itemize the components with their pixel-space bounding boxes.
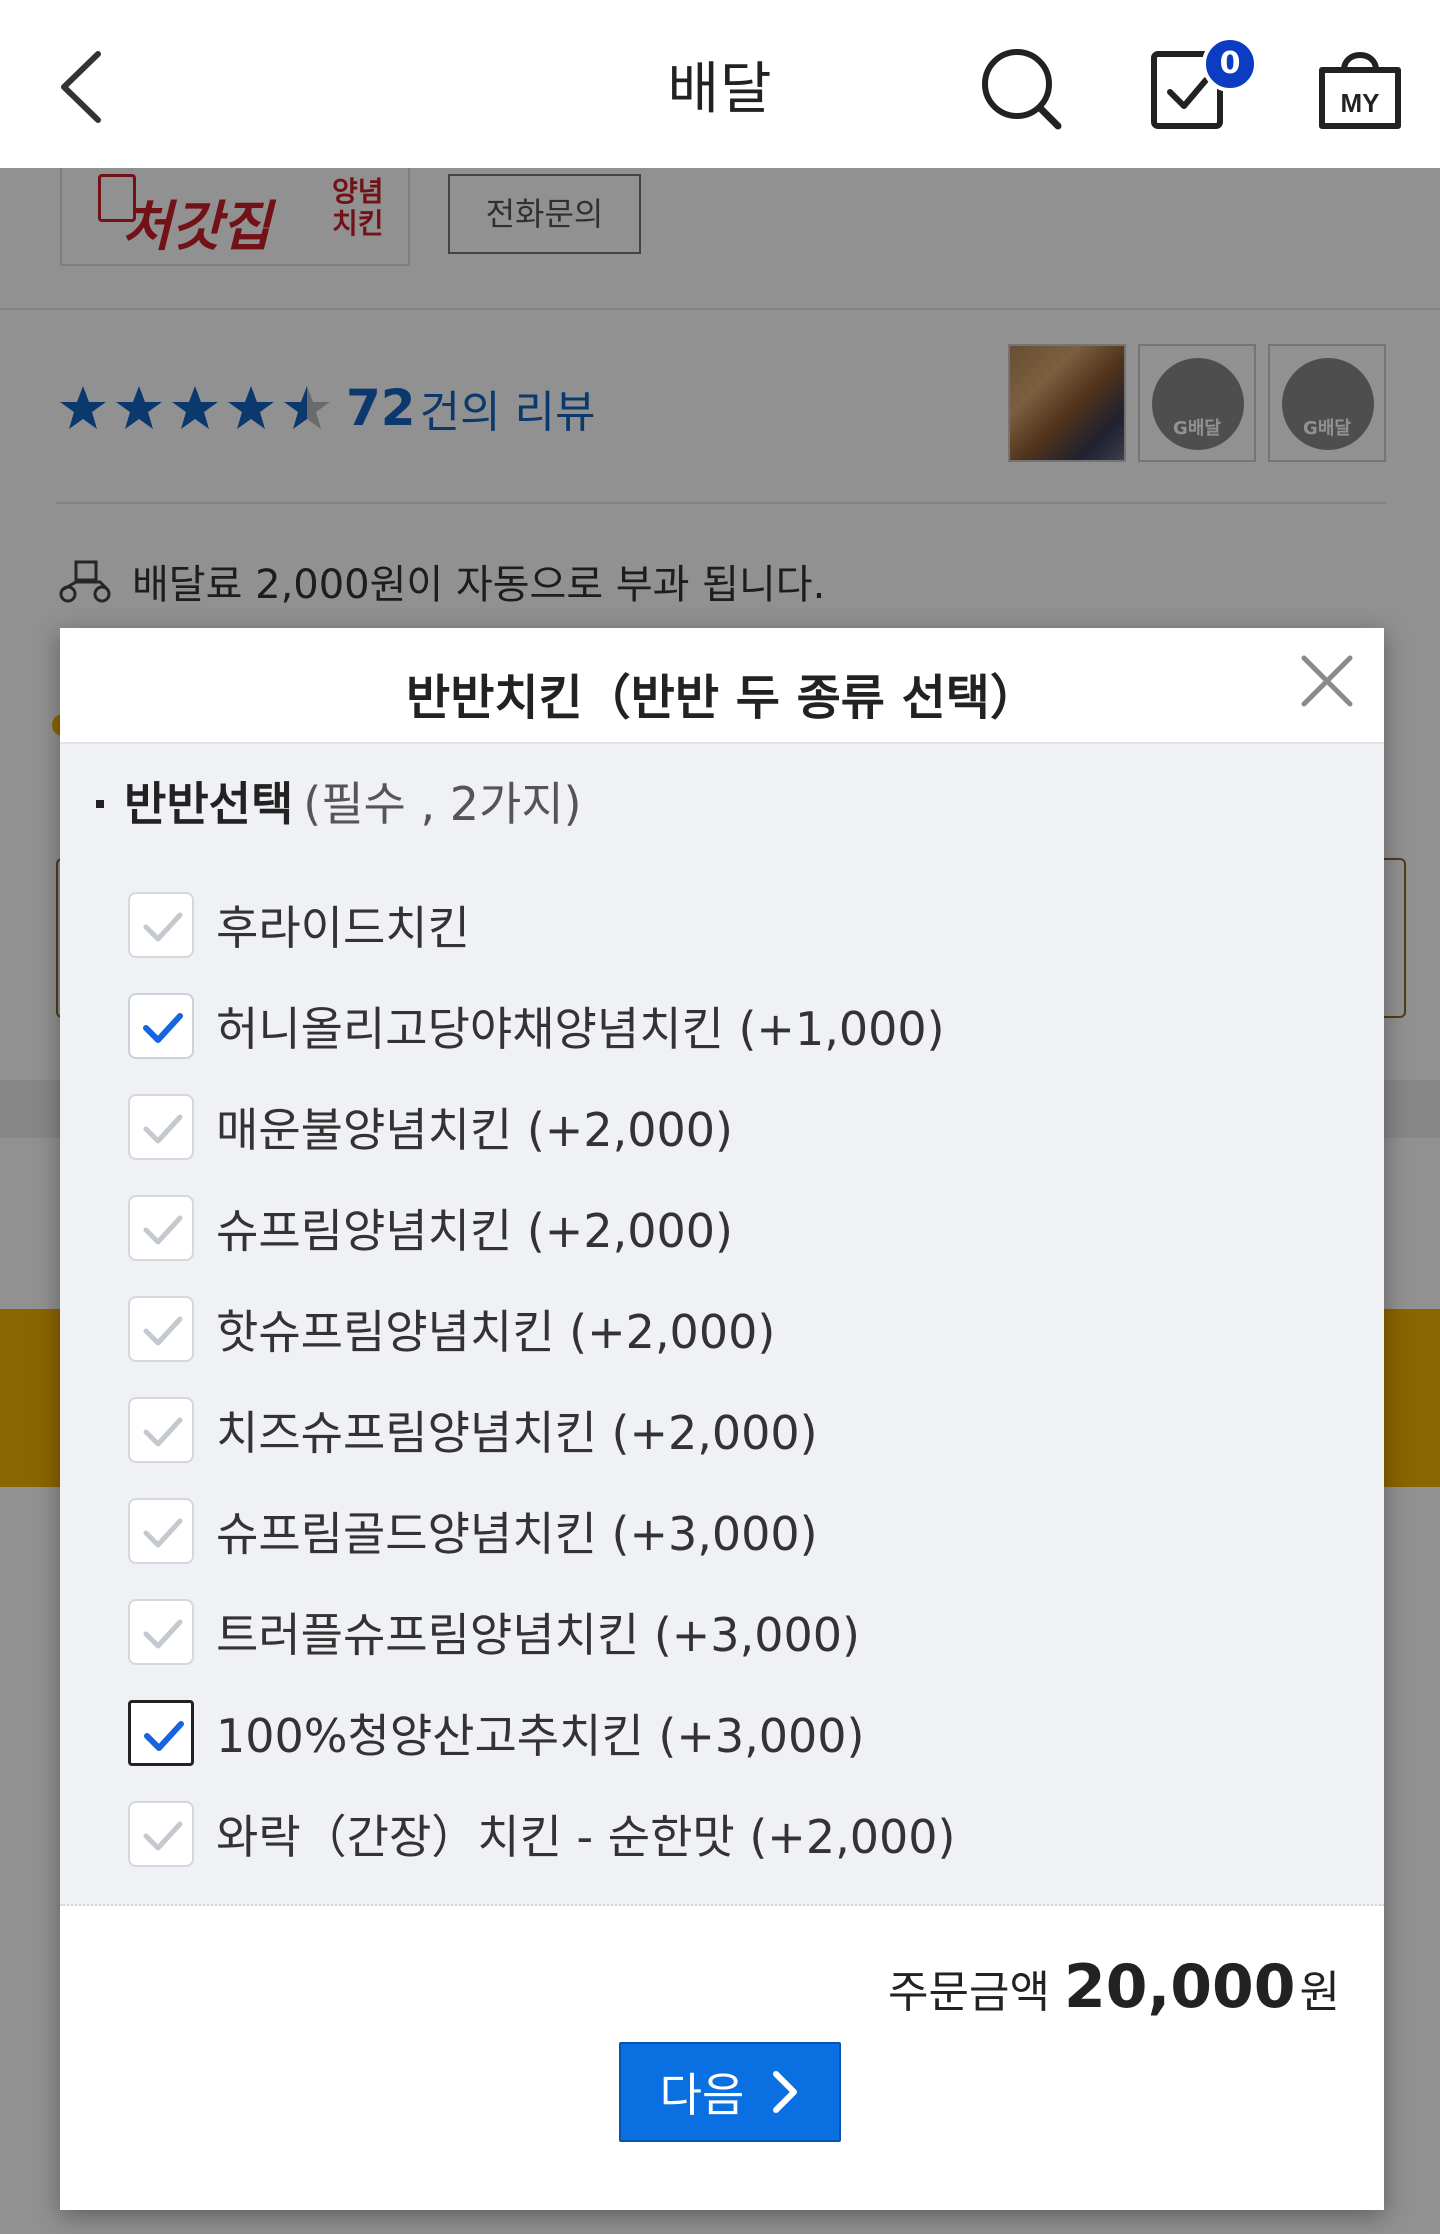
modal-body: 반반선택 (필수 , 2가지) 후라이드치킨허니올리고당야채양념치킨 (+1,00… — [60, 744, 1384, 1906]
checkmark-icon — [143, 1619, 183, 1649]
chevron-right-icon — [773, 2071, 798, 2113]
option-checkbox[interactable] — [128, 1094, 194, 1160]
checkmark-icon — [143, 1316, 183, 1346]
modal-footer: 주문금액 20,000 원 다음 — [60, 1908, 1384, 2210]
total-amount: 20,000 — [1063, 1952, 1296, 2022]
option-item[interactable]: 트러플슈프림양념치킨 (+3,000) — [128, 1599, 860, 1665]
option-label: 슈프림양념치킨 (+2,000) — [216, 1204, 733, 1258]
option-item[interactable]: 허니올리고당야채양념치킨 (+1,000) — [128, 993, 945, 1059]
bullet — [96, 799, 104, 808]
option-label: 치즈슈프림양념치킨 (+2,000) — [216, 1406, 818, 1460]
option-label: 핫슈프림양념치킨 (+2,000) — [216, 1305, 776, 1359]
cart-icon[interactable]: 0 — [1140, 36, 1258, 136]
checkmark-icon — [143, 1013, 183, 1043]
option-checkbox[interactable] — [128, 1700, 194, 1766]
option-checkbox[interactable] — [128, 1296, 194, 1362]
option-label: 와락（간장）치킨 - 순한맛 (+2,000) — [216, 1810, 956, 1864]
total-unit: 원 — [1299, 1967, 1340, 2018]
option-label: 트러플슈프림양념치킨 (+3,000) — [216, 1608, 860, 1662]
checkmark-icon — [144, 1721, 184, 1751]
option-label: 슈프림골드양념치킨 (+3,000) — [216, 1507, 818, 1561]
option-checkbox[interactable] — [128, 1397, 194, 1463]
modal-header: 반반치킨（반반 두 종류 선택） — [60, 628, 1384, 744]
checkmark-icon — [143, 1114, 183, 1144]
cart-count-badge: 0 — [1202, 36, 1258, 92]
option-checkbox[interactable] — [128, 1195, 194, 1261]
option-item[interactable]: 100%청양산고추치킨 (+3,000) — [128, 1700, 865, 1766]
close-icon[interactable] — [1296, 650, 1358, 712]
option-label: 매운불양념치킨 (+2,000) — [216, 1103, 733, 1157]
my-page-icon[interactable]: MY — [1310, 36, 1410, 136]
option-checkbox[interactable] — [128, 1599, 194, 1665]
option-checkbox[interactable] — [128, 1801, 194, 1867]
checkmark-icon — [143, 1417, 183, 1447]
order-total: 주문금액 20,000 원 — [888, 1952, 1340, 2022]
my-page-label: MY — [1341, 88, 1380, 118]
option-item[interactable]: 슈프림양념치킨 (+2,000) — [128, 1195, 733, 1261]
search-icon[interactable] — [970, 36, 1070, 136]
option-label: 100%청양산고추치킨 (+3,000) — [216, 1709, 865, 1763]
option-label: 허니올리고당야채양념치킨 (+1,000) — [216, 1002, 945, 1056]
total-label: 주문금액 — [888, 1967, 1050, 2018]
app-header: 배달 0 MY — [0, 0, 1440, 168]
checkmark-icon — [143, 912, 183, 942]
option-item[interactable]: 치즈슈프림양념치킨 (+2,000) — [128, 1397, 818, 1463]
next-button[interactable]: 다음 — [619, 2042, 841, 2142]
option-label: 후라이드치킨 — [216, 901, 470, 955]
option-modal: 반반치킨（반반 두 종류 선택） 반반선택 (필수 , 2가지) 후라이드치킨허니… — [60, 628, 1384, 2210]
option-checkbox[interactable] — [128, 1498, 194, 1564]
option-item[interactable]: 슈프림골드양념치킨 (+3,000) — [128, 1498, 818, 1564]
checkmark-icon — [143, 1821, 183, 1851]
option-checkbox[interactable] — [128, 892, 194, 958]
checkmark-icon — [143, 1518, 183, 1548]
section-title: 반반선택 (필수 , 2가지) — [96, 768, 582, 834]
option-item[interactable]: 핫슈프림양념치킨 (+2,000) — [128, 1296, 775, 1362]
option-item[interactable]: 후라이드치킨 — [128, 892, 470, 958]
option-checkbox[interactable] — [128, 993, 194, 1059]
checkmark-icon — [143, 1215, 183, 1245]
modal-title: 반반치킨（반반 두 종류 선택） — [406, 670, 1038, 726]
option-item[interactable]: 매운불양념치킨 (+2,000) — [128, 1094, 733, 1160]
option-item[interactable]: 와락（간장）치킨 - 순한맛 (+2,000) — [128, 1801, 955, 1867]
